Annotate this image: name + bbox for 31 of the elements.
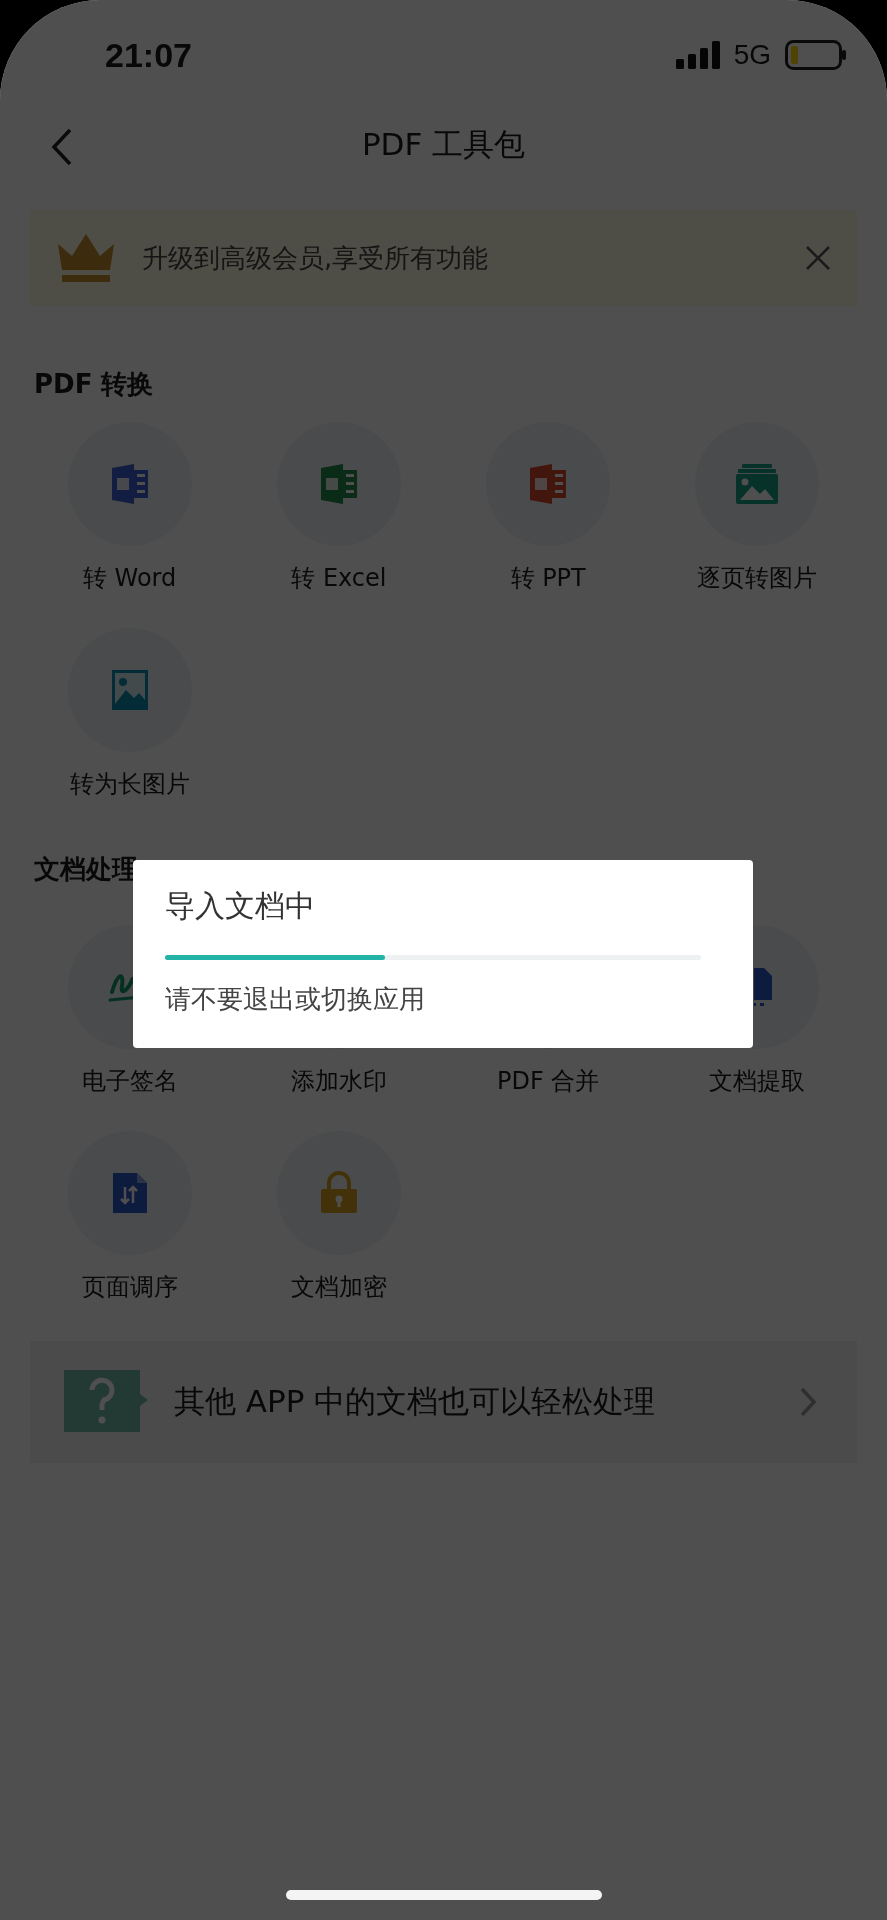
tool-label[interactable]: 电子签名: [81, 1065, 178, 1097]
battery-icon: [785, 40, 847, 70]
chevron-right-icon: [799, 1386, 817, 1418]
tool-label[interactable]: 转 Excel: [291, 562, 387, 594]
tool-label[interactable]: 转 Word: [82, 562, 177, 594]
back-icon[interactable]: [50, 127, 74, 167]
image-icon: [109, 668, 150, 712]
network-label: 5G: [733, 39, 771, 71]
tool-label[interactable]: 添加水印: [290, 1065, 387, 1097]
tool-label[interactable]: 转为长图片: [69, 768, 190, 800]
crown-icon: [56, 232, 116, 284]
help-card[interactable]: 其他 APP 中的文档也可以轻松处理: [30, 1341, 857, 1463]
close-icon[interactable]: [805, 245, 831, 271]
page-title: PDF 工具包: [361, 125, 526, 164]
help-text: 其他 APP 中的文档也可以轻松处理: [174, 1382, 657, 1421]
tool-label[interactable]: 逐页转图片: [697, 562, 818, 594]
promo-banner[interactable]: 升级到高级会员,享受所有功能: [30, 210, 857, 306]
section-title: PDF 转换: [34, 368, 154, 401]
status-time: 21:07: [105, 35, 192, 75]
document-icon: [754, 967, 774, 1007]
dialog-message: 请不要退出或切换应用: [165, 983, 426, 1016]
tool-label[interactable]: 页面调序: [81, 1271, 178, 1303]
reorder-document-icon: [110, 1171, 149, 1215]
tool-label[interactable]: 文档提取: [709, 1065, 806, 1097]
tool-label[interactable]: PDF 合并: [496, 1065, 600, 1097]
signal-icon: [675, 41, 720, 69]
tool-label[interactable]: 文档加密: [290, 1271, 387, 1303]
promo-text: 升级到高级会员,享受所有功能: [142, 241, 490, 275]
tool-label[interactable]: 转 PPT: [510, 562, 586, 594]
dialog-title: 导入文档中: [165, 887, 316, 925]
image-stack-icon: [734, 462, 781, 506]
